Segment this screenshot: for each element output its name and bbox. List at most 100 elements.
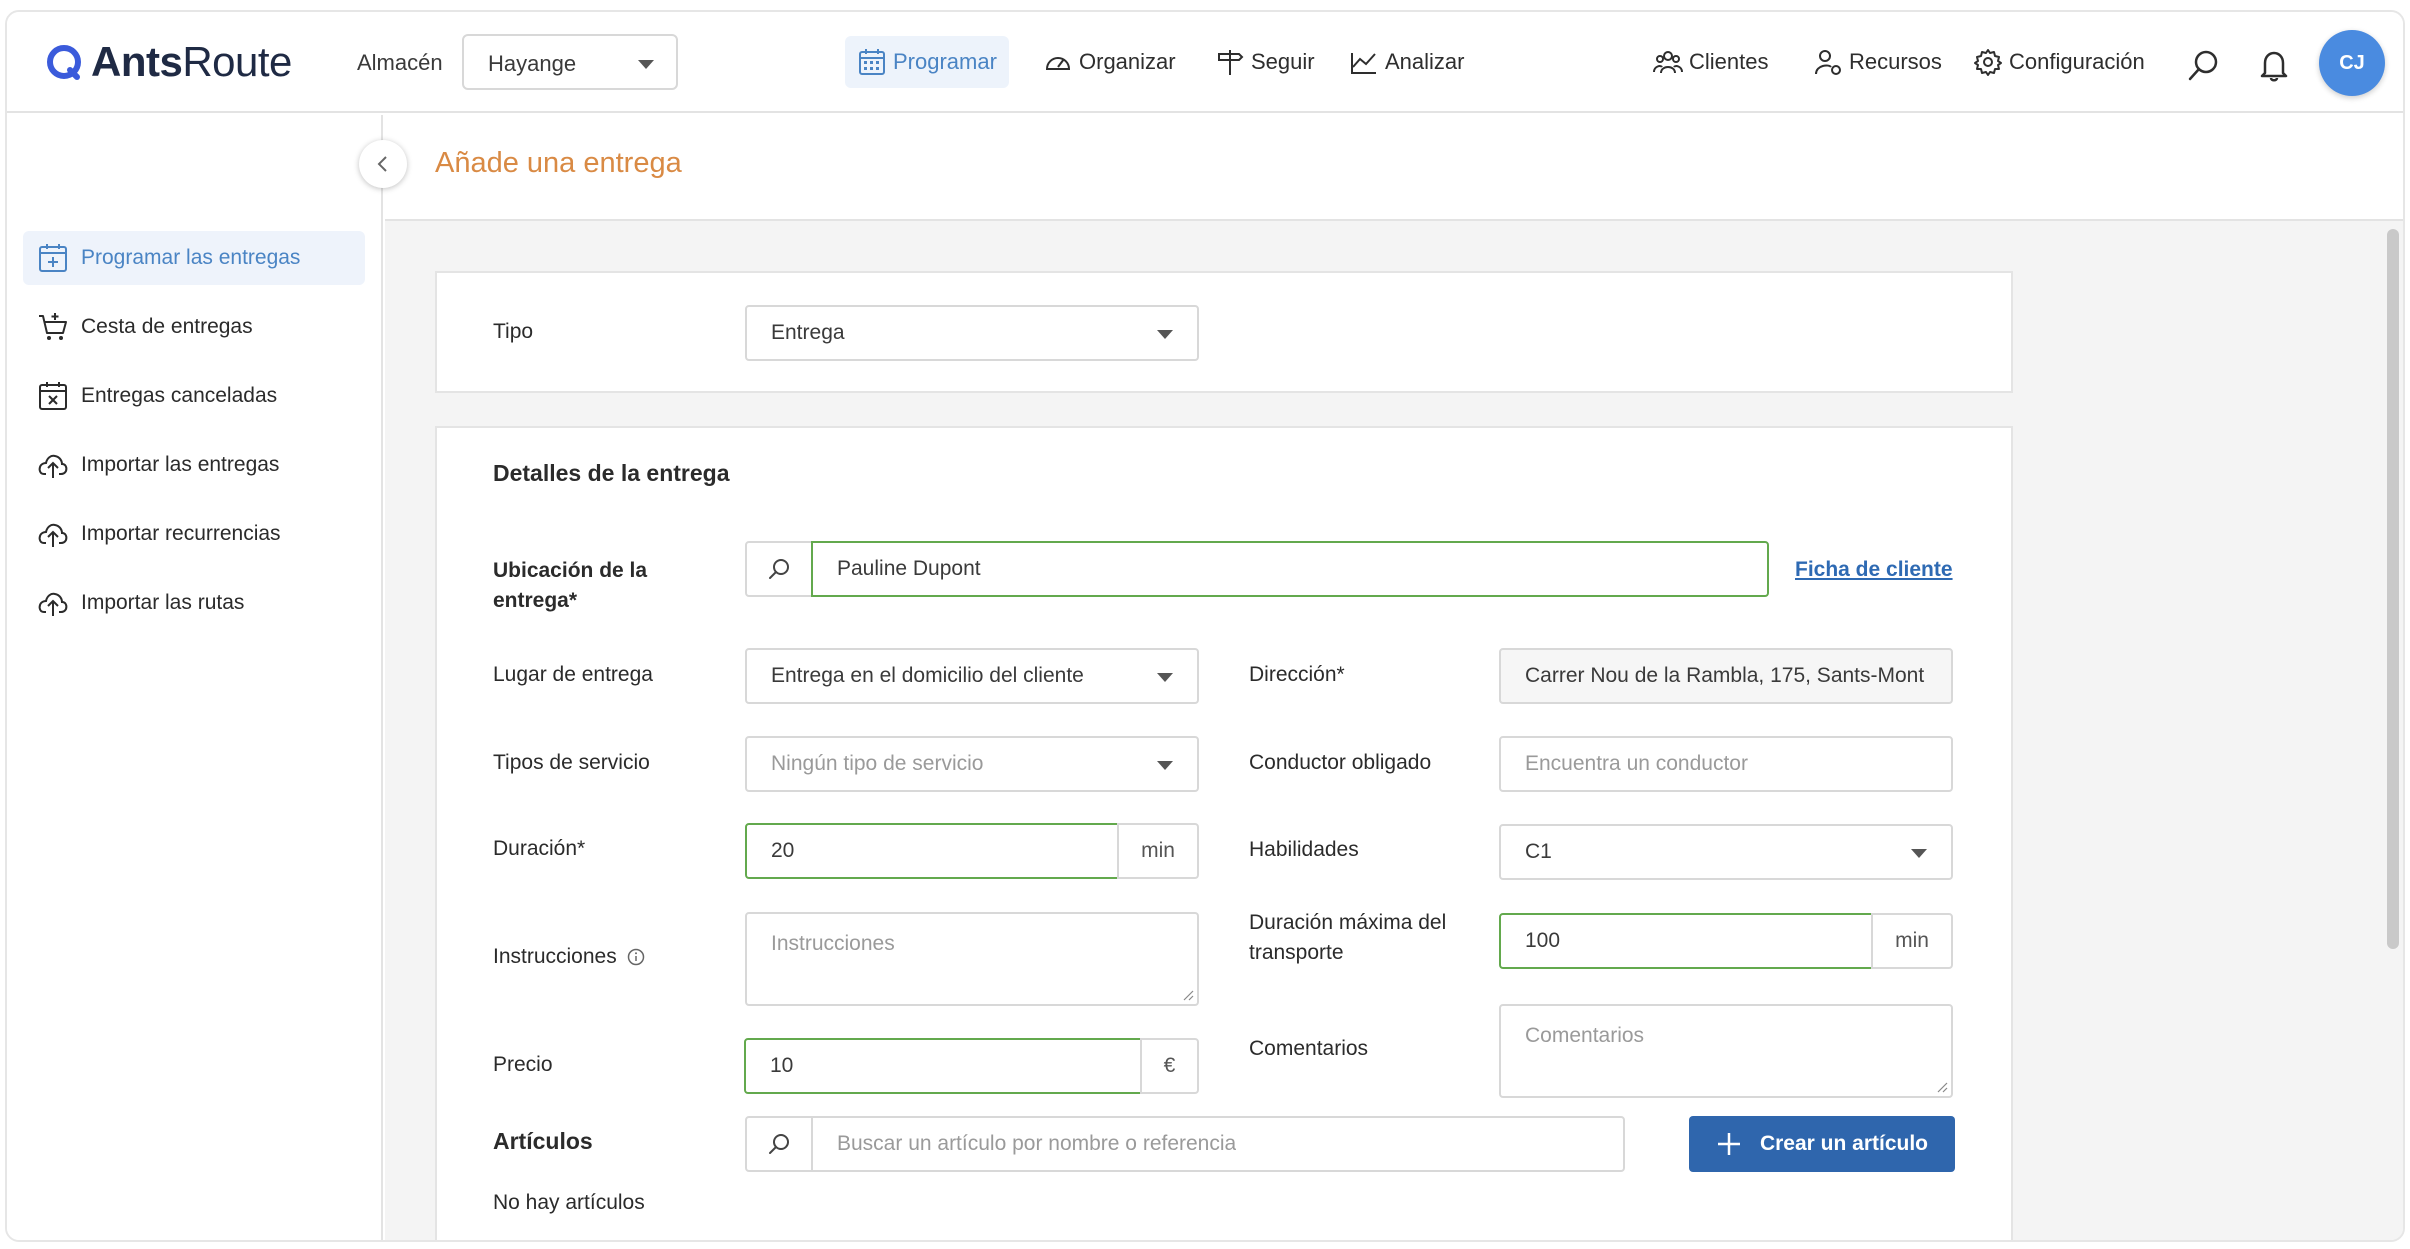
driver-label: Conductor obligado [1249, 751, 1432, 774]
driver-placeholder: Encuentra un conductor [1525, 752, 1748, 775]
articles-search-placeholder: Buscar un artículo por nombre o referenc… [837, 1132, 1237, 1155]
duration-unit: min [1117, 823, 1199, 879]
sidebar-item-label: Importar las rutas [81, 591, 245, 614]
nav-clientes[interactable]: Clientes [1641, 36, 1780, 88]
comments-placeholder: Comentarios [1525, 1024, 1645, 1047]
chevron-down-icon [1157, 761, 1173, 770]
location-label: Ubicación de la entrega* [493, 559, 648, 612]
nav-organizar[interactable]: Organizar [1031, 36, 1188, 88]
articles-search-input[interactable]: Buscar un artículo por nombre o referenc… [811, 1116, 1625, 1172]
warehouse-label: Almacén [357, 50, 443, 75]
sidebar-item-label: Cesta de entregas [81, 315, 253, 338]
search-icon [769, 1134, 789, 1154]
instructions-textarea[interactable]: Instrucciones [745, 912, 1199, 1006]
cloud-upload-icon [38, 454, 68, 478]
instructions-placeholder: Instrucciones [771, 932, 895, 955]
max-transport-value: 100 [1525, 929, 1561, 952]
nav-label: Programar [893, 49, 997, 74]
antsroute-logo[interactable]: AntsRoute [43, 37, 292, 87]
resize-handle-icon[interactable] [1182, 989, 1194, 1001]
type-select[interactable]: Entrega [745, 305, 1199, 361]
create-article-button[interactable]: Crear un artículo [1689, 1116, 1955, 1172]
no-articles-text: No hay artículos [493, 1191, 645, 1214]
chart-icon [1351, 53, 1376, 74]
nav-programar[interactable]: Programar [845, 36, 1009, 88]
address-input[interactable]: Carrer Nou de la Rambla, 175, Sants-Mont [1499, 648, 1953, 704]
sidebar-item-cesta[interactable]: Cesta de entregas [23, 300, 365, 354]
price-unit: € [1140, 1038, 1199, 1094]
bell-icon[interactable] [2257, 48, 2291, 82]
nav-label: Analizar [1385, 49, 1465, 74]
chevron-down-icon [638, 60, 654, 69]
location-value: Pauline Dupont [837, 557, 981, 580]
type-label: Tipo [493, 320, 534, 343]
cloud-upload-icon [38, 592, 68, 616]
sidebar-item-label: Programar las entregas [81, 246, 301, 269]
page-header: Añade una entrega [385, 115, 2403, 221]
nav-seguir[interactable]: Seguir [1203, 36, 1327, 88]
calendar-icon [859, 49, 885, 75]
cloud-upload-icon [38, 523, 68, 547]
sidebar-item-canceladas[interactable]: Entregas canceladas [23, 369, 365, 423]
service-label: Tipos de servicio [493, 751, 650, 774]
scrollbar[interactable] [2387, 229, 2399, 949]
main-content: Añade una entrega Tipo Entrega Detalles … [385, 115, 2403, 1240]
calendar-plus-icon [39, 244, 67, 272]
sidebar-item-importar-rutas[interactable]: Importar las rutas [23, 576, 365, 630]
nav-configuracion[interactable]: Configuración [1961, 36, 2157, 88]
signpost-icon [1218, 50, 1244, 75]
details-card: Detalles de la entrega Ubicación de la e… [435, 426, 2013, 1240]
skills-select[interactable]: C1 [1499, 824, 1953, 880]
cart-icon [39, 313, 67, 340]
articles-heading: Artículos [493, 1128, 593, 1154]
duration-value: 20 [771, 839, 795, 862]
nav-label: Clientes [1689, 49, 1769, 74]
max-transport-label: Duración máxima del transporte [1249, 911, 1447, 964]
instructions-label: Instrucciones [493, 942, 645, 972]
nav-recursos[interactable]: Recursos [1801, 36, 1954, 88]
collapse-sidebar-button[interactable] [359, 140, 407, 188]
articles-search-button[interactable] [745, 1116, 813, 1172]
location-search-button[interactable] [745, 541, 813, 597]
sidebar-item-importar-recurrencias[interactable]: Importar recurrencias [23, 507, 365, 561]
place-label: Lugar de entrega [493, 663, 653, 686]
nav-label: Configuración [2009, 49, 2145, 74]
client-sheet-link[interactable]: Ficha de cliente [1795, 558, 1953, 582]
place-select[interactable]: Entrega en el domicilio del cliente [745, 648, 1199, 704]
sidebar-item-importar-entregas[interactable]: Importar las entregas [23, 438, 365, 492]
nav-analizar[interactable]: Analizar [1337, 36, 1476, 88]
search-icon[interactable] [2187, 48, 2221, 82]
nav-label: Seguir [1251, 49, 1315, 74]
duration-input[interactable]: 20 [745, 823, 1119, 879]
service-placeholder: Ningún tipo de servicio [771, 752, 984, 775]
nav-label: Recursos [1849, 49, 1942, 74]
info-icon[interactable] [627, 948, 645, 966]
user-gear-icon [1815, 50, 1841, 75]
address-label: Dirección* [1249, 663, 1345, 686]
chevron-down-icon [1157, 330, 1173, 339]
chevron-down-icon [1157, 673, 1173, 682]
chevron-down-icon [1911, 849, 1927, 858]
skills-label: Habilidades [1249, 838, 1359, 861]
warehouse-value: Hayange [488, 51, 577, 76]
nav-label: Organizar [1079, 49, 1176, 74]
comments-label: Comentarios [1249, 1037, 1369, 1060]
max-transport-input[interactable]: 100 [1499, 913, 1873, 969]
location-input[interactable]: Pauline Dupont [811, 541, 1769, 597]
page-title: Añade una entrega [435, 147, 682, 179]
avatar[interactable]: CJ [2319, 30, 2385, 96]
address-value: Carrer Nou de la Rambla, 175, Sants-Mont [1525, 664, 1925, 687]
warehouse-select[interactable]: Hayange [462, 34, 678, 90]
duration-label: Duración* [493, 837, 586, 860]
gauge-icon [1045, 57, 1071, 70]
price-input[interactable]: 10 [744, 1038, 1142, 1094]
resize-handle-icon[interactable] [1936, 1081, 1948, 1093]
logo-text: AntsRoute [91, 38, 292, 85]
service-select[interactable]: Ningún tipo de servicio [745, 736, 1199, 792]
details-heading: Detalles de la entrega [493, 460, 730, 486]
comments-textarea[interactable]: Comentarios [1499, 1004, 1953, 1098]
sidebar-item-label: Entregas canceladas [81, 384, 278, 407]
plus-icon [1717, 1133, 1740, 1155]
driver-input[interactable]: Encuentra un conductor [1499, 736, 1953, 792]
sidebar-item-programar[interactable]: Programar las entregas [23, 231, 365, 285]
